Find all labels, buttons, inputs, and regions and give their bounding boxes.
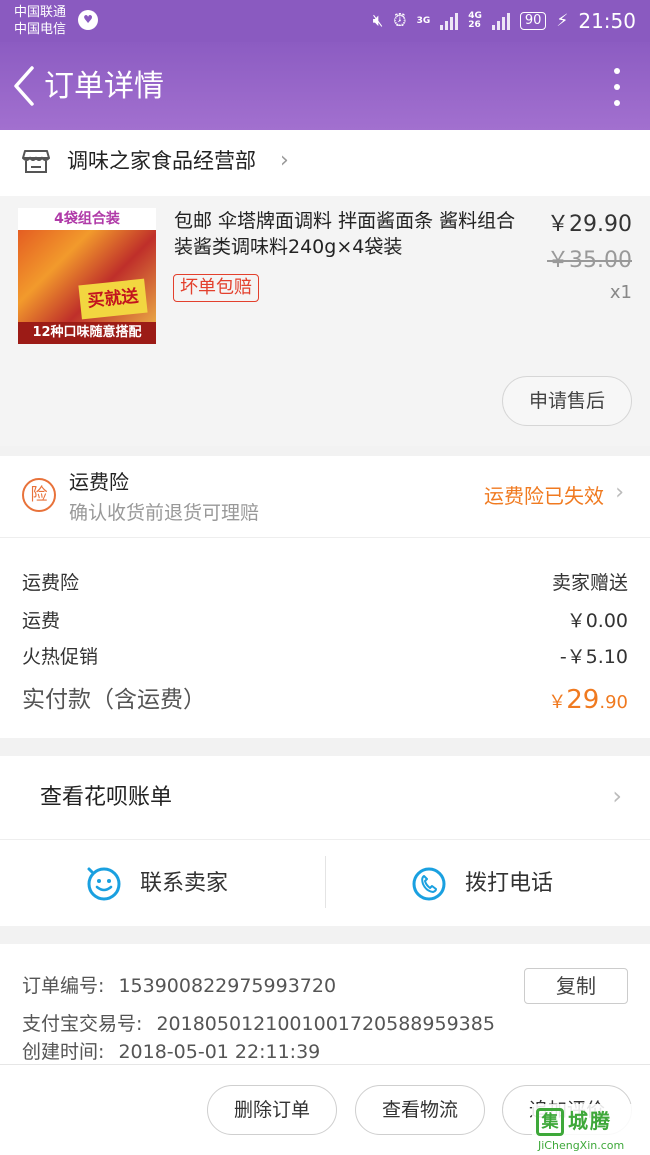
alarm-icon: ⏰︎ [393,11,407,31]
created-time-label: 创建时间: [22,1041,105,1063]
apply-aftersale-button[interactable]: 申请售后 [502,376,632,426]
contact-row: 联系卖家 拨打电话 [0,840,650,926]
chat-face-icon [87,867,121,901]
insurance-status: 运费险已失效 [484,484,604,508]
mute-icon: 🔇︎ [372,11,384,31]
call-phone-label: 拨打电话 [465,871,554,896]
chevron-right-icon: › [612,782,622,810]
alipay-trade-number: 2018050121001001720588959385 [156,1013,495,1035]
page-title: 订单详情 [44,69,164,104]
back-button[interactable] [8,62,44,110]
product-image-badge: 买就送 [78,278,148,320]
chevron-right-icon: › [280,148,289,173]
total-label: 实付款（含运费） [22,687,206,713]
created-time: 2018-05-01 22:11:39 [118,1041,321,1063]
network-3g-label: 3G [416,15,431,26]
cost-row: 运费 ￥0.00 [22,606,628,636]
contact-seller-label: 联系卖家 [140,871,229,896]
carrier-2: 中国电信 [14,22,67,37]
copy-order-number-button[interactable]: 复制 [524,968,628,1004]
watermark-logo-icon: 集 [536,1108,564,1136]
guarantee-tag: 坏单包赔 [173,274,259,302]
huabei-bill-row[interactable]: 查看花呗账单 › [0,756,650,840]
more-dot-icon [614,100,620,106]
battery-icon: 90 [519,12,547,30]
product-quantity: x1 [609,282,632,303]
clock: 21:50 [578,9,636,33]
product-title[interactable]: 包邮 伞塔牌面调料 拌面酱面条 酱料组合装酱类调味料240g×4袋装 [174,208,524,260]
cost-label: 运费险 [22,572,80,594]
cost-row: 运费险 卖家赠送 [22,568,628,598]
watermark-url: JiChengXin.com [538,1139,625,1152]
signal-bars-2-icon [491,12,510,30]
cost-row: 火热促销 -￥5.10 [22,642,628,672]
order-number: 153900822975993720 [118,975,337,997]
store-icon [22,150,50,173]
order-number-label: 订单编号: [22,975,105,997]
cost-value: -￥5.10 [559,646,628,668]
chevron-right-icon: › [615,480,624,505]
network-4g-label: 4G 26 [468,11,482,30]
original-price: ￥35.00 [547,248,632,273]
app-header: 订单详情 [0,42,650,130]
product-price: ￥29.90 [547,212,632,237]
more-dot-icon [614,68,620,74]
huabei-bill-label: 查看花呗账单 [40,785,173,810]
more-dot-icon [614,84,620,90]
more-menu-button[interactable] [610,68,624,106]
cost-value: 卖家赠送 [551,572,628,594]
insurance-title: 运费险 [69,470,129,494]
cost-summary: 运费险 卖家赠送 运费 ￥0.00 火热促销 -￥5.10 实付款（含运费） ￥… [0,538,650,738]
site-watermark: 集 城腾 JiChengXin.com [532,1104,650,1155]
view-logistics-button[interactable]: 查看物流 [355,1085,485,1135]
delete-order-button[interactable]: 删除订单 [207,1085,337,1135]
divider [325,856,326,908]
status-bar: 中国联通 中国电信 ♥ 🔇︎ ⏰︎ 3G 4G 26 90 ⚡ 21:50 [0,0,650,42]
product-image[interactable]: 4袋组合装 买就送 12种口味随意搭配 [18,208,156,344]
shop-row[interactable]: 调味之家食品经营部 › [0,130,650,196]
product-image-caption: 4袋组合装 [18,208,156,230]
order-number-row: 订单编号: 153900822975993720 [22,972,336,1000]
product-card: 4袋组合装 买就送 12种口味随意搭配 包邮 伞塔牌面调料 拌面酱面条 酱料组合… [0,196,650,446]
watermark-name: 城腾 [568,1109,612,1133]
carrier-info: 中国联通 中国电信 [14,4,66,38]
status-icons: 🔇︎ ⏰︎ 3G 4G 26 90 ⚡ 21:50 [373,9,636,33]
alipay-trade-label: 支付宝交易号: [22,1013,143,1035]
total-row: 实付款（含运费） ￥29.90 [22,682,628,718]
signal-bars-icon [440,12,459,30]
charging-icon: ⚡ [556,11,569,31]
shipping-insurance-row[interactable]: 险 运费险 确认收货前退货可理赔 运费险已失效 › [0,456,650,538]
call-phone-button[interactable]: 拨打电话 [411,864,553,904]
carrier-1: 中国联通 [14,5,67,20]
hd-call-icon: ♥ [78,10,98,30]
order-info: 订单编号: 153900822975993720 复制 支付宝交易号: 2018… [0,944,650,1068]
insurance-subtitle: 确认收货前退货可理赔 [69,502,260,524]
contact-seller-button[interactable]: 联系卖家 [86,864,228,904]
shop-name: 调味之家食品经营部 [67,149,256,173]
alipay-trade-row: 支付宝交易号: 2018050121001001720588959385 [22,1010,495,1038]
cost-value: ￥0.00 [566,610,628,632]
phone-icon [412,867,446,901]
cost-label: 火热促销 [22,646,99,668]
back-arrow-icon [14,66,34,106]
insurance-icon: 险 [22,478,56,512]
cost-label: 运费 [22,610,61,632]
created-time-row: 创建时间: 2018-05-01 22:11:39 [22,1038,320,1066]
total-amount: ￥29.90 [548,685,628,715]
product-image-footer: 12种口味随意搭配 [18,322,156,344]
